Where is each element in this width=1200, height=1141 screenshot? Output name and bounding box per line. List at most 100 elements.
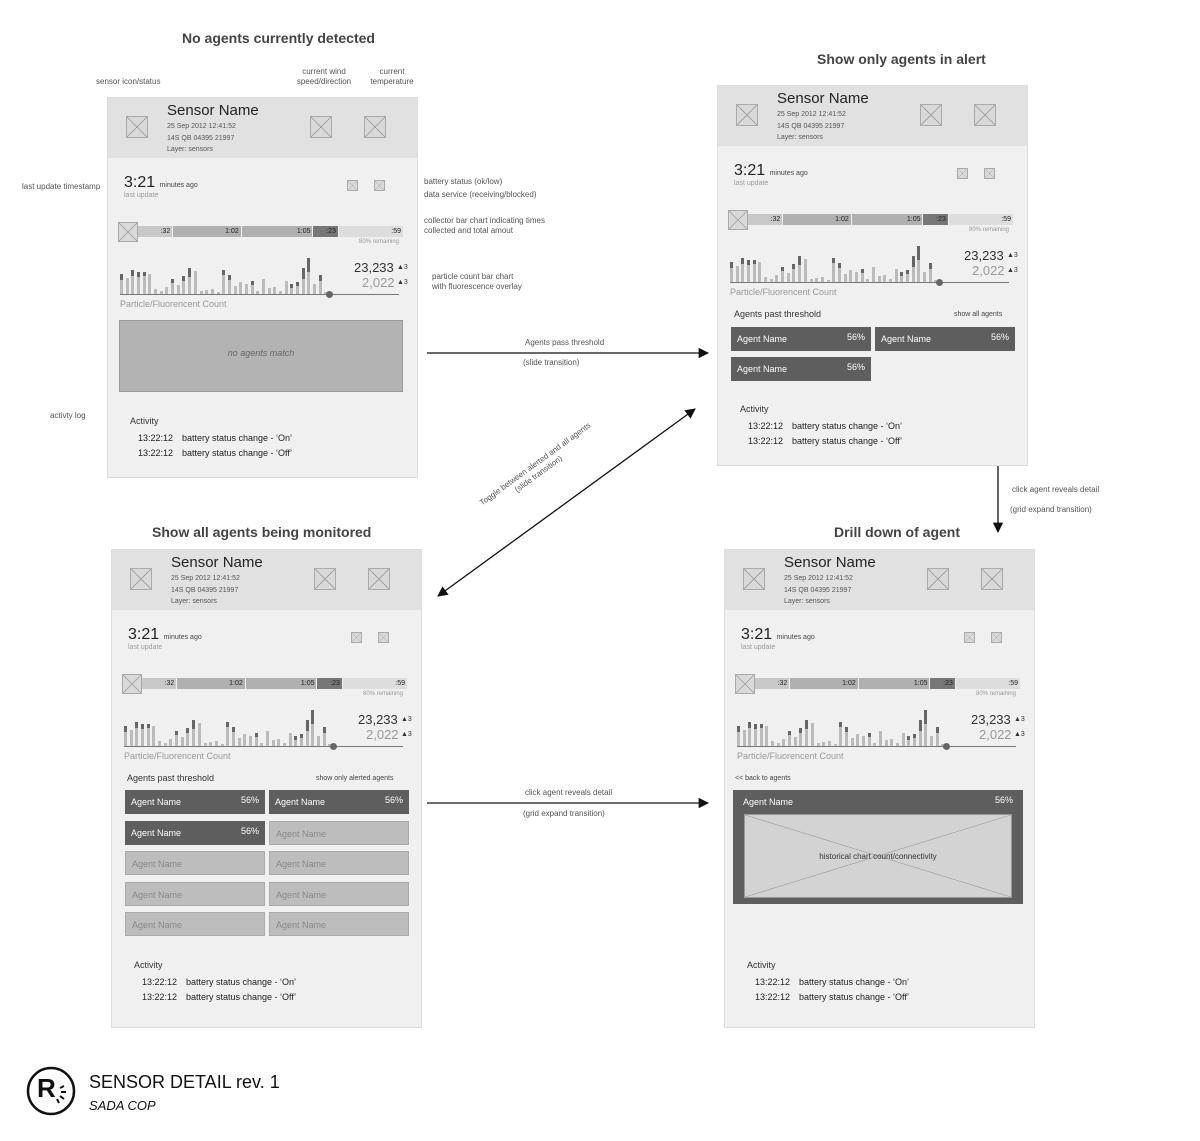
agent-tile[interactable]: Agent Name 56% [269,790,409,814]
agent-tile[interactable]: Agent Name [269,881,409,906]
fluorescence-overlay [805,720,809,729]
collector-segment: :23 [313,226,338,237]
battery-status-icon [964,632,975,643]
fluorescence-overlay [135,722,139,728]
particle-count-delta: ▲3 [1014,716,1025,723]
fluorescent-count: 2,022 [362,275,395,290]
activity-text: battery status change - ‘On’ [186,977,297,987]
activity-time: 13:22:12 [138,433,174,443]
agent-tile[interactable]: Agent Name 56% [125,790,265,814]
back-to-agents-link[interactable]: << back to agents [735,775,791,782]
collector-remaining: 80% remaining [363,691,404,697]
transition-click-bottom-label: click agent reveals detail [525,788,613,797]
activity-log-row: 13:22:12 battery status change - ‘On’ [748,421,902,431]
agent-tile[interactable]: Agent Name 56% [875,327,1015,351]
agent-name: Agent Name [276,920,327,930]
agent-percent: 56% [846,332,865,342]
agent-detail-card[interactable]: Agent Name 56% historical chart count/conn… [733,790,1023,904]
footer-subtitle: SADA COP [89,1098,156,1113]
collector-segment: 1:05 [858,678,930,689]
fluorescence-overlay [839,722,843,727]
particle-baseline [730,282,1009,283]
sensor-coords: 14S QB 04395 21997 [171,586,239,594]
collector-segment: 1:02 [173,226,241,237]
particle-bar [299,734,303,746]
particle-bar [930,736,933,746]
battery-status-icon [351,632,362,643]
activity-title: Activity [747,960,776,970]
agent-name: Agent Name [132,920,183,930]
particle-bar [810,723,814,746]
fluorescence-overlay [294,736,298,740]
last-update-value: 3:21 [128,626,160,643]
particle-bar [305,720,309,746]
collector-remaining: 80% remaining [969,227,1010,233]
sensor-meta: 25 Sep 2012 12:41:52 14S QB 04395 21997 La… [777,109,846,144]
particle-scrubber[interactable] [936,279,943,286]
agent-tile[interactable]: Agent Name [269,851,409,875]
particle-bar [301,268,305,294]
particle-baseline [124,746,403,747]
agent-tile[interactable]: Agent Name [269,820,409,845]
transition-pass-sub: (slide transition) [523,358,580,367]
agent-tile[interactable]: Agent Name [125,851,265,875]
particle-bar [175,731,179,746]
agent-tile[interactable]: Agent Name [269,912,409,936]
no-agents-box: no agents match [119,320,403,392]
last-update-value: 3:21 [741,626,773,643]
fluorescence-overlay [124,726,127,732]
particle-count: 23,233 [971,712,1011,727]
wind-icon [920,104,942,126]
particle-bar [142,272,146,294]
particle-bar [192,720,196,746]
agent-name: Agent Name [132,859,183,869]
agent-tile[interactable]: Agent Name [125,881,265,906]
particle-bar [322,727,326,746]
agent-tile[interactable]: Agent Name 56% [731,357,871,381]
panel-alert-agents: Sensor Name 25 Sep 2012 12:41:52 14S QB 04… [717,85,1028,466]
sensor-layer: Layer: sensors [777,134,823,141]
agent-tile[interactable]: Agent Name [125,912,265,936]
particle-bar [176,285,180,294]
sensor-name: Sensor Name [777,90,869,107]
fluorescence-overlay [907,736,911,740]
particle-bar-chart [730,246,945,282]
collector-bar-chart: :32 1:02 1:05:23:59 [755,678,1021,689]
agents-past-threshold-title: Agents past threshold [127,773,215,783]
agent-name: Agent Name [276,828,327,839]
fluorescence-overlay [799,728,803,733]
particle-bar [901,733,905,746]
particle-bar [243,734,247,746]
particle-scrubber[interactable] [943,743,950,750]
activity-time: 13:22:12 [748,436,784,446]
collector-segment: :59 [342,678,407,689]
particle-bar [883,275,887,282]
particle-bar [284,281,288,294]
activity-log-row: 13:22:12 battery status change - ‘Off’ [138,448,292,458]
collector-remaining: 80% remaining [976,691,1017,697]
fluorescence-overlay [250,281,254,285]
fluorescence-overlay [301,268,305,279]
fluorescent-count: 2,022 [979,727,1012,742]
agent-tile[interactable]: Agent Name 56% [125,820,265,845]
fluorescence-overlay [146,724,150,728]
collector-segment: :32 [748,214,783,225]
panel-no-agents: Sensor Name 25 Sep 2012 12:41:52 14S QB 04… [107,97,418,478]
sensor-date: 25 Sep 2012 12:41:52 [784,575,853,582]
particle-bar [803,259,807,282]
show-all-agents-link[interactable]: show all agents [954,311,1002,318]
particle-bar [137,272,140,294]
last-update-unit: minutes ago [776,634,815,641]
particle-scrubber[interactable] [330,743,337,750]
particle-scrubber[interactable] [326,291,333,298]
particle-count-delta: ▲3 [397,264,408,271]
agent-name: Agent Name [737,364,788,374]
agent-tile[interactable]: Agent Name 56% [731,327,871,351]
fluorescent-count: 2,022 [972,263,1005,278]
fluorescence-overlay [798,256,802,265]
particle-bar [867,733,871,746]
sensor-coords: 14S QB 04395 21997 [784,586,852,594]
particle-bar [844,727,848,746]
show-only-alerted-link[interactable]: show only alerted agents [316,775,393,782]
activity-time: 13:22:12 [142,977,178,987]
